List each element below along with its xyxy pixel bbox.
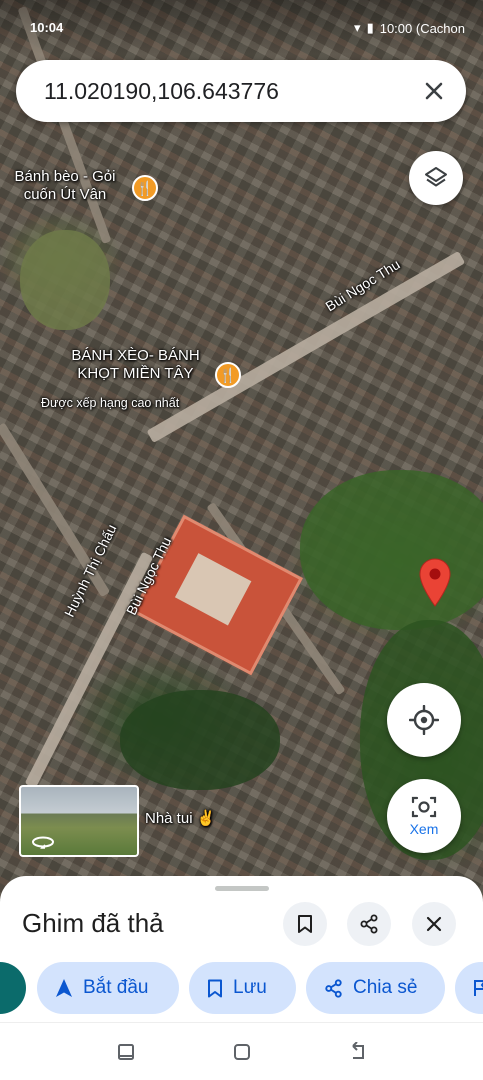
chip-label: Bắt đầu xyxy=(83,977,149,998)
layers-button[interactable] xyxy=(409,151,463,205)
status-time: 10:04 xyxy=(30,20,64,35)
status-bar: 10:04 ▾ ▮ 10:00 (Cachon xyxy=(0,0,483,54)
poi-label-line: Bánh bèo - Gỏi xyxy=(14,168,116,185)
signal-icon: ▮ xyxy=(366,20,374,35)
directions-chip[interactable] xyxy=(0,962,26,1014)
vegetation-area xyxy=(120,690,280,790)
panorama-360-icon xyxy=(32,836,54,849)
search-bar[interactable]: 11.020190,106.643776 xyxy=(16,60,466,122)
search-input[interactable]: 11.020190,106.643776 xyxy=(44,78,279,105)
flag-icon xyxy=(474,980,483,996)
xem-label: Xem xyxy=(409,821,439,837)
status-icons: ▾ ▮ 10:00 (Cachon xyxy=(354,20,465,36)
poi-label-line: BÁNH XÈO- BÁNH xyxy=(71,347,200,364)
bare-lot xyxy=(20,230,110,330)
system-nav-bar xyxy=(0,1022,483,1080)
wifi-icon: ▾ xyxy=(354,20,361,35)
poi-label-banh-beo[interactable]: Bánh bèo - Gỏi cuốn Út Vân xyxy=(0,168,130,204)
place-label-nha-tui[interactable]: Nhà tui ✌️ xyxy=(145,810,215,828)
food-icon[interactable]: 🍴 xyxy=(215,362,241,388)
home-icon[interactable] xyxy=(232,1042,252,1062)
street-view-thumbnail[interactable] xyxy=(19,785,139,857)
sheet-title: Ghim đã thả xyxy=(22,908,164,938)
back-icon[interactable] xyxy=(348,1042,368,1062)
layers-icon xyxy=(425,167,447,187)
my-location-button[interactable] xyxy=(387,683,461,757)
satellite-map[interactable]: Bánh bèo - Gỏi cuốn Út Vân 🍴 BÁNH XÈO- B… xyxy=(0,0,483,900)
food-icon[interactable]: 🍴 xyxy=(132,175,158,201)
chip-label: Chia sẻ xyxy=(353,977,418,998)
drop-pin-icon[interactable] xyxy=(418,558,452,608)
bookmark-icon xyxy=(208,979,222,997)
navigation-arrow-icon xyxy=(56,979,72,997)
my-location-icon xyxy=(409,705,439,735)
recent-apps-icon[interactable] xyxy=(116,1042,136,1062)
save-chip[interactable]: Lưu xyxy=(189,962,296,1014)
share-icon-button[interactable] xyxy=(347,902,391,946)
poi-label-line: KHỌT MIỀN TÂY xyxy=(77,365,194,382)
action-chips: Bắt đầu Lưu Chia sẻ xyxy=(0,962,483,1016)
poi-rating-label: Được xếp hạng cao nhất xyxy=(41,396,180,410)
vegetation-area xyxy=(300,470,483,630)
share-icon xyxy=(360,914,378,934)
lens-xem-button[interactable]: Xem xyxy=(387,779,461,853)
sheet-drag-handle[interactable] xyxy=(215,886,269,891)
poi-label-banh-xeo[interactable]: BÁNH XÈO- BÁNH KHỌT MIỀN TÂY xyxy=(48,347,223,383)
share-icon xyxy=(325,978,342,998)
chip-label: Lưu xyxy=(233,977,267,998)
poi-label-line: cuốn Út Vân xyxy=(23,186,107,203)
close-icon[interactable] xyxy=(418,75,450,107)
start-navigation-chip[interactable]: Bắt đầu xyxy=(37,962,179,1014)
close-icon xyxy=(426,916,442,932)
lens-camera-icon xyxy=(411,796,437,818)
save-icon-button[interactable] xyxy=(283,902,327,946)
more-chip[interactable] xyxy=(455,962,483,1014)
status-right-text: 10:00 (Cachon xyxy=(379,20,465,36)
close-sheet-button[interactable] xyxy=(412,902,456,946)
share-chip[interactable]: Chia sẻ xyxy=(306,962,445,1014)
bookmark-icon xyxy=(298,915,312,933)
